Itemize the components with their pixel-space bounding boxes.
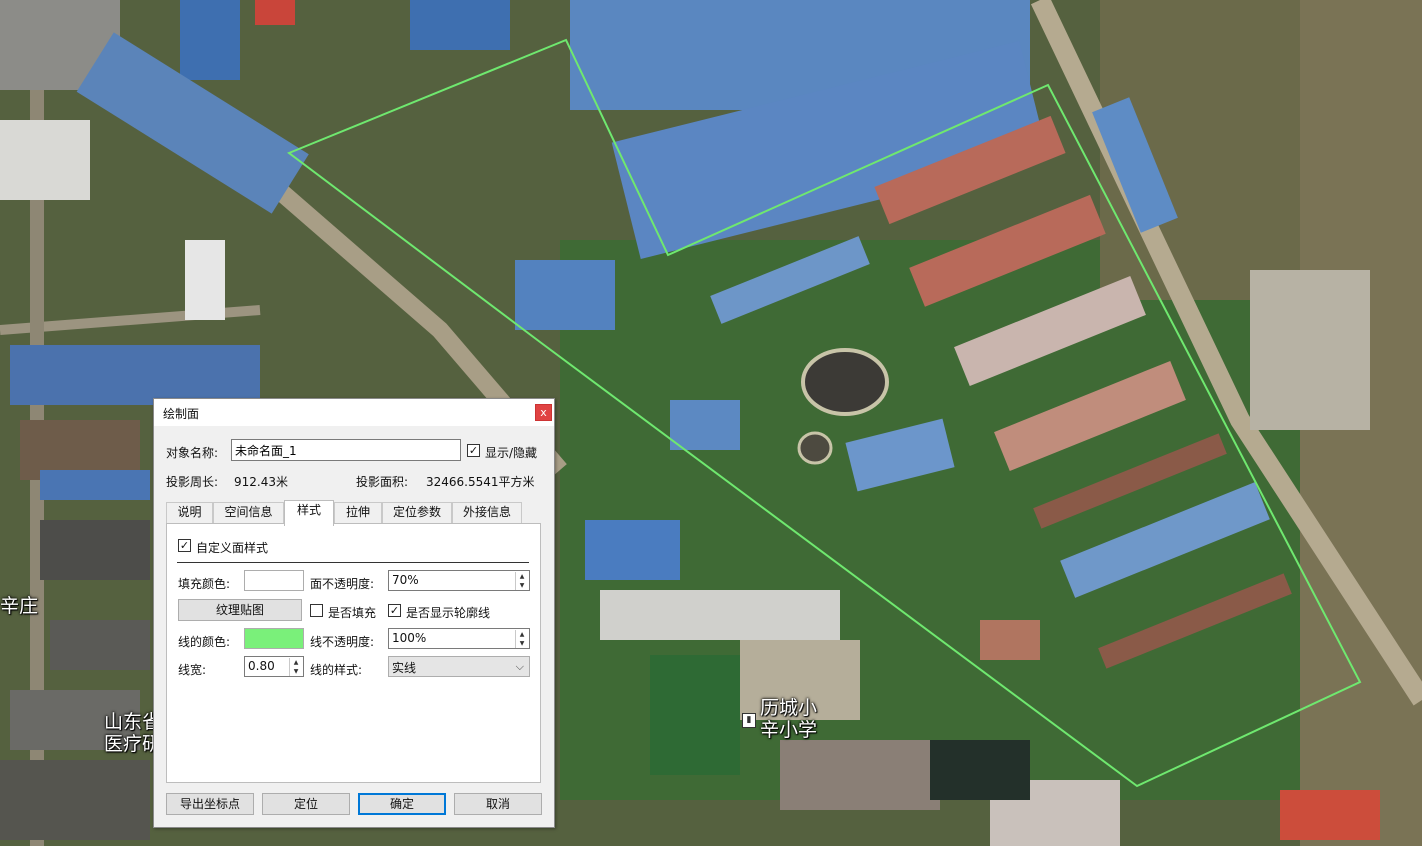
tab-description[interactable]: 说明: [166, 502, 213, 523]
line-width-value: 0.80: [248, 659, 275, 673]
tab-location-params[interactable]: 定位参数: [382, 502, 452, 523]
show-hide-label: 显示/隐藏: [485, 446, 538, 460]
area-label: 投影面积:: [356, 475, 409, 489]
dialog-titlebar[interactable]: 绘制面 x: [154, 399, 554, 426]
line-width-label: 线宽:: [178, 663, 207, 677]
fill-color-swatch[interactable]: [244, 570, 304, 591]
map-label-school: 历城小 辛小学: [760, 697, 818, 741]
locate-button[interactable]: 定位: [262, 793, 350, 815]
tab-spatial-info[interactable]: 空间信息: [213, 502, 284, 523]
perimeter-label: 投影周长:: [166, 475, 219, 489]
line-style-label: 线的样式:: [310, 663, 363, 677]
face-opacity-value: 70%: [392, 573, 419, 587]
texture-button[interactable]: 纹理贴图: [178, 599, 302, 621]
is-fill-checkbox[interactable]: [310, 604, 323, 617]
custom-style-checkbox[interactable]: ✓: [178, 539, 191, 552]
perimeter-value: 912.43米: [234, 475, 288, 489]
line-color-swatch[interactable]: [244, 628, 304, 649]
line-opacity-spinbox[interactable]: 100% ▲ ▼: [388, 628, 530, 649]
line-color-label: 线的颜色:: [178, 635, 231, 649]
line-opacity-label: 线不透明度:: [310, 635, 375, 649]
dialog-title: 绘制面: [163, 407, 200, 421]
show-outline-checkbox[interactable]: ✓: [388, 604, 401, 617]
custom-style-label: 自定义面样式: [196, 541, 269, 555]
map-label-left-place: 辛庄: [0, 595, 39, 617]
ok-button[interactable]: 确定: [358, 793, 446, 815]
style-panel: ✓ 自定义面样式 填充颜色: 面不透明度: 70% ▲ ▼ 纹理贴图 是否填充 ✓…: [166, 523, 541, 783]
line-width-spinbox[interactable]: 0.80 ▲ ▼: [244, 656, 304, 677]
tab-extrude[interactable]: 拉伸: [334, 502, 382, 523]
name-label: 对象名称:: [166, 446, 219, 460]
show-outline-label: 是否显示轮廓线: [406, 606, 491, 620]
chevron-down-icon: ⌵: [515, 660, 524, 673]
cancel-button[interactable]: 取消: [454, 793, 542, 815]
tab-style[interactable]: 样式: [284, 500, 334, 526]
line-opacity-value: 100%: [392, 631, 427, 645]
area-value: 32466.5541平方米: [426, 475, 535, 489]
show-hide-checkbox[interactable]: ✓: [467, 444, 480, 457]
face-opacity-spinbox[interactable]: 70% ▲ ▼: [388, 570, 530, 591]
draw-polygon-dialog: 绘制面 x 对象名称: ✓ 显示/隐藏 投影周长: 912.43米 投影面积: …: [153, 398, 555, 828]
separator: [177, 562, 529, 563]
face-opacity-spin-icon[interactable]: ▲ ▼: [515, 572, 528, 590]
line-style-select[interactable]: 实线 ⌵: [388, 656, 530, 677]
line-width-spin-icon[interactable]: ▲ ▼: [289, 658, 302, 676]
line-style-value: 实线: [392, 661, 417, 675]
line-opacity-spin-icon[interactable]: ▲ ▼: [515, 630, 528, 648]
tab-external-info[interactable]: 外接信息: [452, 502, 522, 523]
name-input[interactable]: [231, 439, 461, 461]
fill-color-label: 填充颜色:: [178, 577, 231, 591]
is-fill-label: 是否填充: [328, 606, 377, 620]
face-opacity-label: 面不透明度:: [310, 577, 375, 591]
school-icon: ▮: [742, 713, 756, 728]
close-button[interactable]: x: [535, 404, 552, 421]
export-coordinates-button[interactable]: 导出坐标点: [166, 793, 254, 815]
